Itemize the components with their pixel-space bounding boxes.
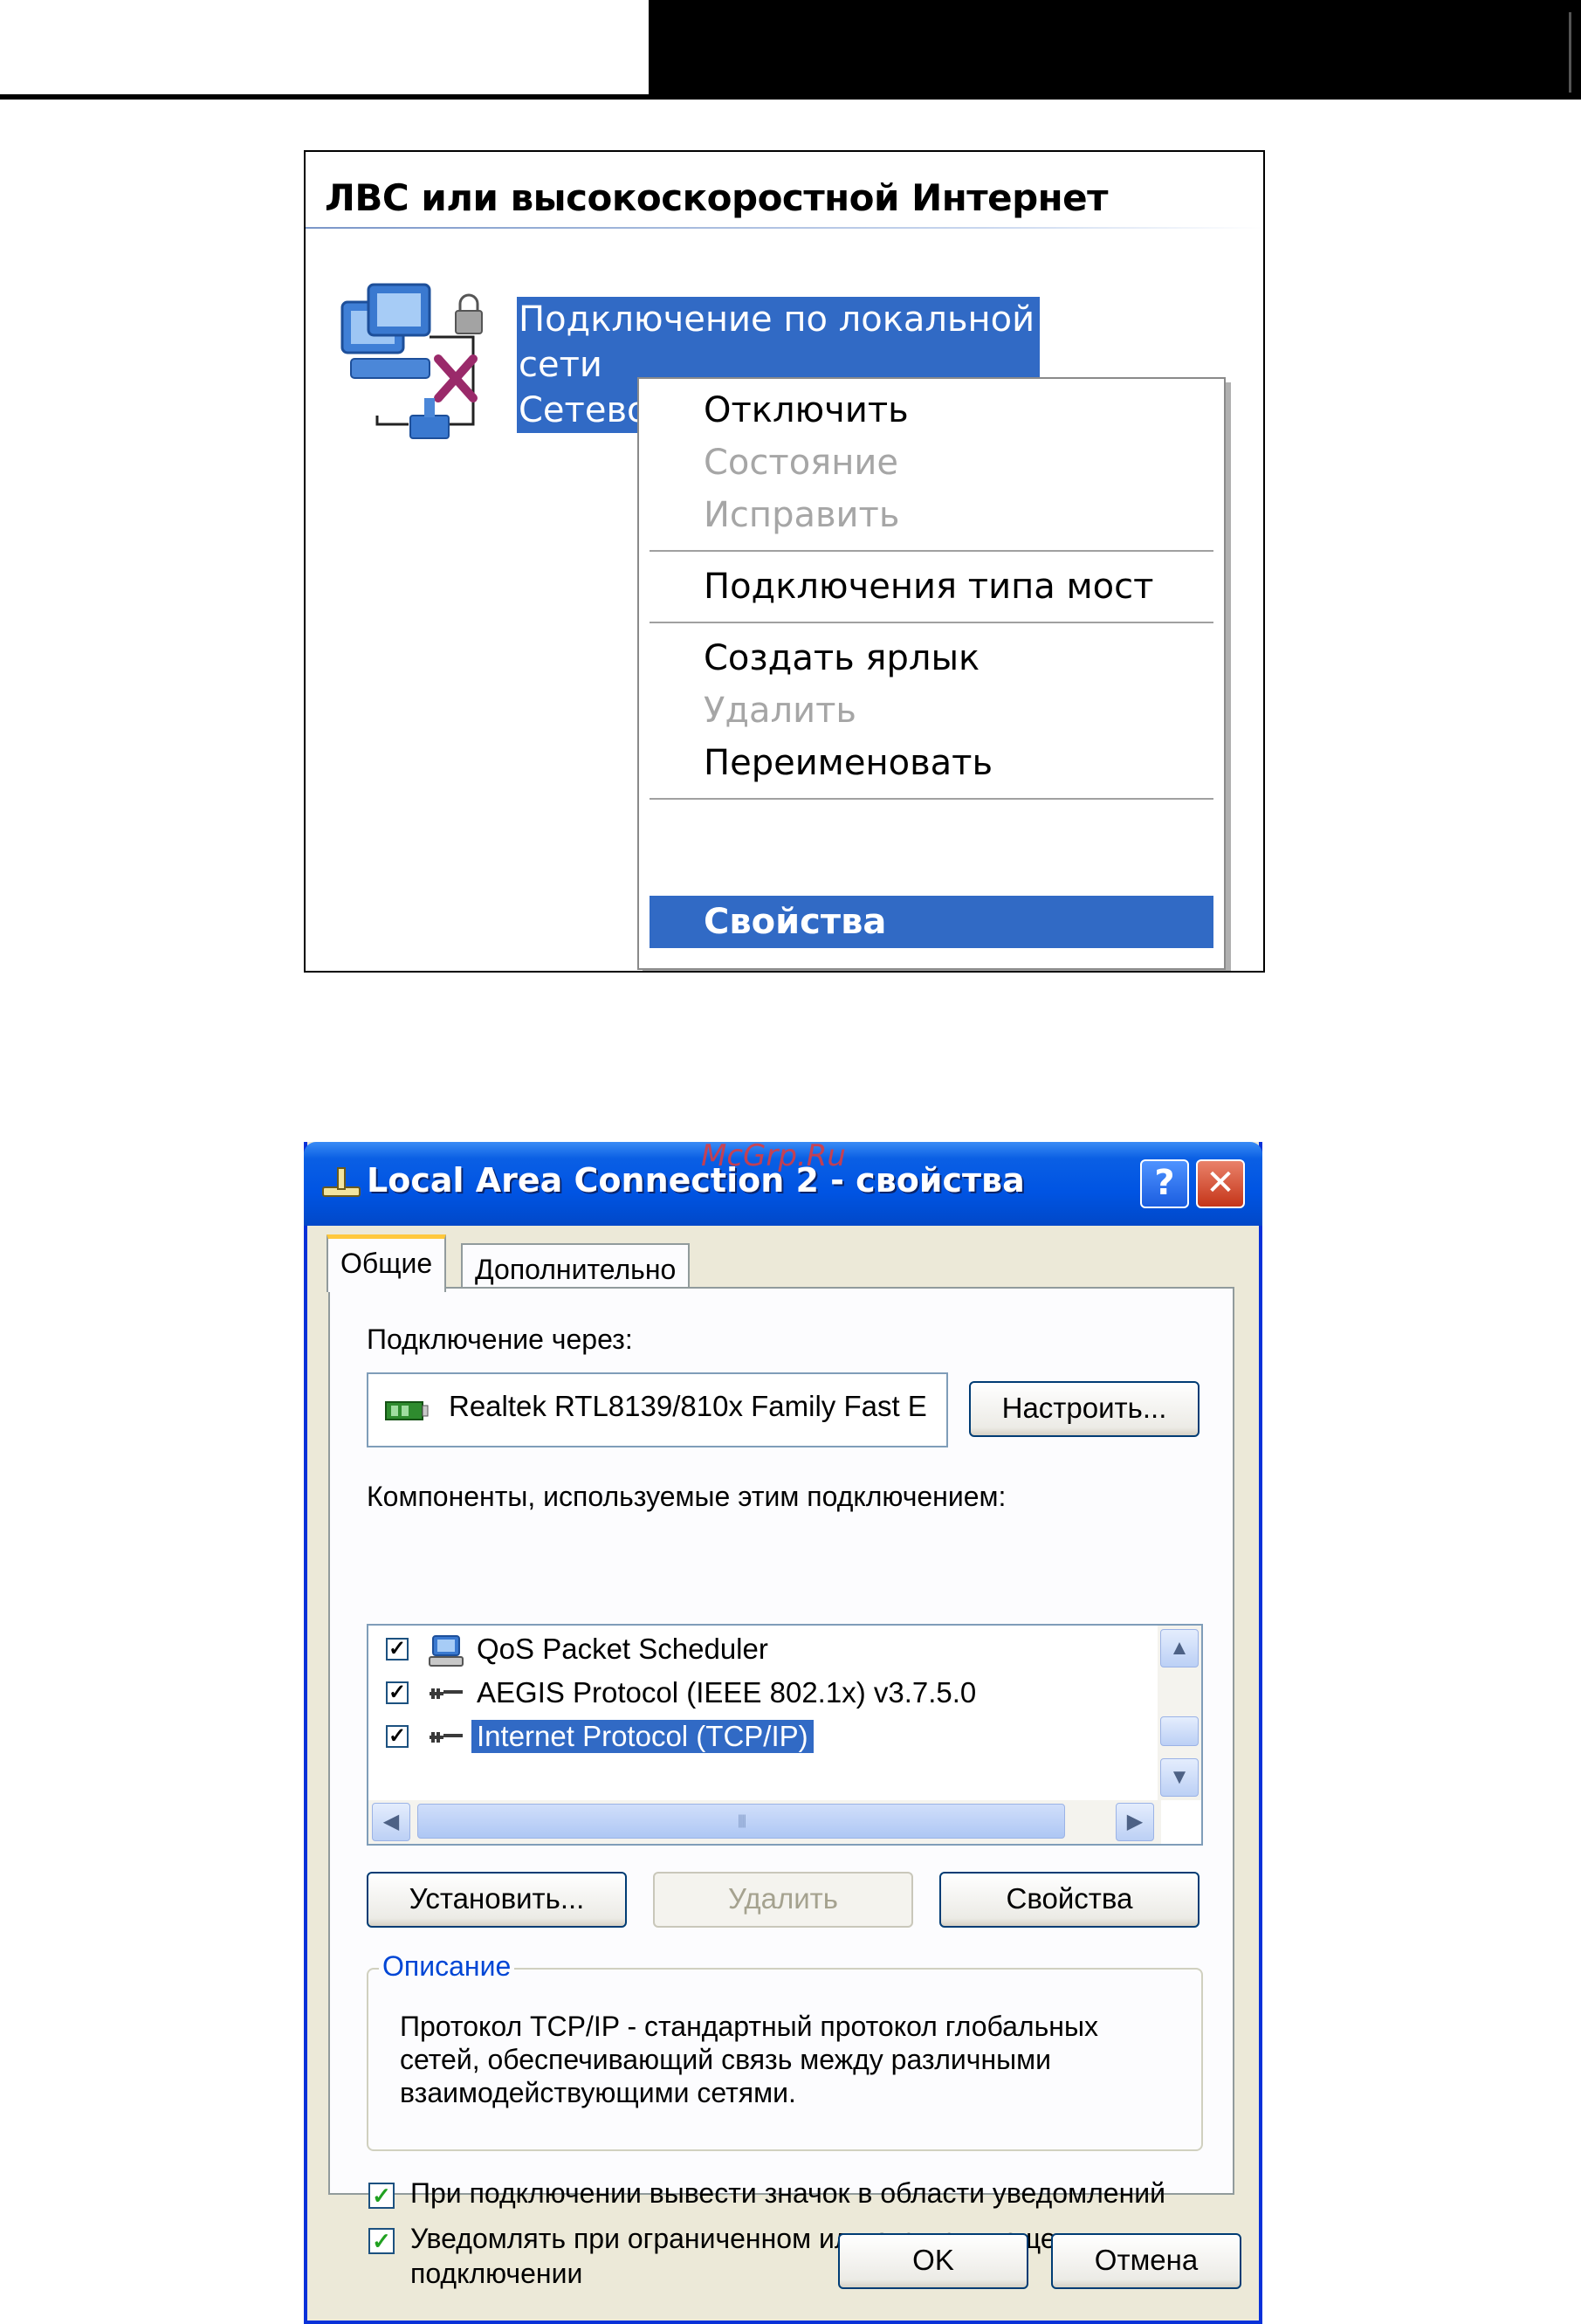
menu-item-create-shortcut[interactable]: Создать ярлык <box>650 632 1213 684</box>
general-tab-panel: Подключение через: Realtek RTL8139/810x … <box>328 1287 1234 2289</box>
horizontal-scroll-thumb[interactable]: |||| <box>417 1804 1065 1839</box>
notify-label-line2[interactable]: подключении <box>410 2258 582 2290</box>
component-name: AEGIS Protocol (IEEE 802.1x) v3.7.5.0 <box>477 1676 977 1709</box>
menu-separator <box>650 622 1213 623</box>
dialog-titlebar[interactable]: Local Area Connection 2 - свойства McGrp… <box>304 1138 1262 1226</box>
connection-properties-dialog: Local Area Connection 2 - свойства McGrp… <box>304 1138 1262 2324</box>
section-title-underline <box>306 227 1263 229</box>
adapter-field: Realtek RTL8139/810x Family Fast E <box>367 1372 948 1447</box>
network-connection-icon <box>322 1167 361 1197</box>
page-header-notch <box>1569 12 1571 93</box>
connect-using-label: Подключение через: <box>367 1324 633 1355</box>
cancel-button[interactable]: Отмена <box>1051 2233 1241 2289</box>
menu-separator <box>650 550 1213 552</box>
uninstall-button: Удалить <box>653 1872 913 1928</box>
show-icon-checkbox[interactable]: ✓ <box>368 2183 395 2209</box>
adapter-name: Realtek RTL8139/810x Family Fast E <box>449 1390 927 1422</box>
component-checkbox[interactable]: ✓ <box>386 1725 409 1748</box>
help-button[interactable]: ? <box>1140 1159 1189 1208</box>
components-list[interactable]: ✓ QoS Packet Scheduler ✓ AEGIS Protocol … <box>367 1624 1203 1846</box>
description-legend: Описание <box>379 1950 515 1983</box>
scroll-right-icon[interactable]: ▶ <box>1116 1803 1154 1841</box>
list-item[interactable]: ✓ Internet Protocol (TCP/IP) <box>368 1718 1137 1760</box>
show-icon-label[interactable]: При подключении вывести значок в области… <box>410 2177 1165 2210</box>
connection-name-line1: Подключение по локальной <box>519 299 1035 340</box>
section-title: ЛВС или высокоскоростной Интернет <box>325 176 1109 219</box>
description-group: Описание Протокол TCP/IP - стандартный п… <box>367 1950 1203 2151</box>
horizontal-scrollbar[interactable]: ◀ |||| ▶ <box>368 1800 1161 1844</box>
component-checkbox[interactable]: ✓ <box>386 1638 409 1660</box>
description-line: Протокол TCP/IP - стандартный протокол г… <box>400 2011 1098 2042</box>
context-menu: Отключить Состояние Исправить Подключени… <box>637 377 1226 970</box>
scroll-down-icon[interactable]: ▼ <box>1160 1758 1199 1797</box>
network-adapter-icon <box>385 1401 429 1420</box>
page-header-left <box>0 0 649 98</box>
watermark: McGrp.Ru <box>701 1138 846 1173</box>
list-item[interactable]: ✓ QoS Packet Scheduler <box>368 1631 1137 1673</box>
ok-button[interactable]: OK <box>838 2233 1028 2289</box>
vertical-scrollbar[interactable]: ▲ ▼ <box>1158 1626 1201 1800</box>
network-connections-screenshot: ЛВС или высокоскоростной Интернет Подклю… <box>304 150 1265 973</box>
components-label: Компоненты, используемые этим подключени… <box>367 1481 1007 1512</box>
description-line: взаимодействующими сетями. <box>400 2077 796 2108</box>
notify-checkbox[interactable]: ✓ <box>368 2228 395 2254</box>
close-button[interactable]: ✕ <box>1196 1159 1245 1208</box>
configure-button[interactable]: Настроить... <box>969 1381 1199 1437</box>
dialog-title: Local Area Connection 2 - свойства <box>367 1161 1025 1200</box>
list-item[interactable]: ✓ AEGIS Protocol (IEEE 802.1x) v3.7.5.0 <box>368 1674 1137 1716</box>
component-checkbox[interactable]: ✓ <box>386 1681 409 1704</box>
menu-item-disconnect[interactable]: Отключить <box>650 384 1213 437</box>
protocol-icon <box>430 1688 463 1699</box>
protocol-icon <box>430 1732 463 1743</box>
description-text: Протокол TCP/IP - стандартный протокол г… <box>400 2010 1186 2109</box>
install-button[interactable]: Установить... <box>367 1872 627 1928</box>
menu-item-delete: Удалить <box>704 691 856 731</box>
menu-item-status: Состояние <box>704 443 898 483</box>
page-header-rule <box>0 94 1581 100</box>
component-name: QoS Packet Scheduler <box>477 1633 768 1665</box>
qos-scheduler-icon <box>429 1635 464 1667</box>
scroll-left-icon[interactable]: ◀ <box>372 1803 410 1841</box>
network-connection-icon <box>340 283 483 439</box>
description-line: сетей, обеспечивающий связь между различ… <box>400 2044 1051 2075</box>
menu-item-properties[interactable]: Свойства <box>650 896 1213 948</box>
menu-separator <box>650 798 1213 800</box>
scroll-thumb[interactable] <box>1160 1716 1199 1746</box>
tab-advanced[interactable]: Дополнительно <box>461 1243 691 1292</box>
menu-item-rename[interactable]: Переименовать <box>650 737 1213 789</box>
tab-general[interactable]: Общие <box>327 1234 447 1292</box>
menu-item-bridge-connections[interactable]: Подключения типа мост <box>650 560 1213 613</box>
component-name-selected: Internet Protocol (TCP/IP) <box>471 1720 814 1753</box>
page-header-right <box>649 0 1581 98</box>
properties-button[interactable]: Свойства <box>939 1872 1199 1928</box>
scroll-up-icon[interactable]: ▲ <box>1160 1629 1199 1667</box>
menu-item-repair: Исправить <box>704 495 900 535</box>
